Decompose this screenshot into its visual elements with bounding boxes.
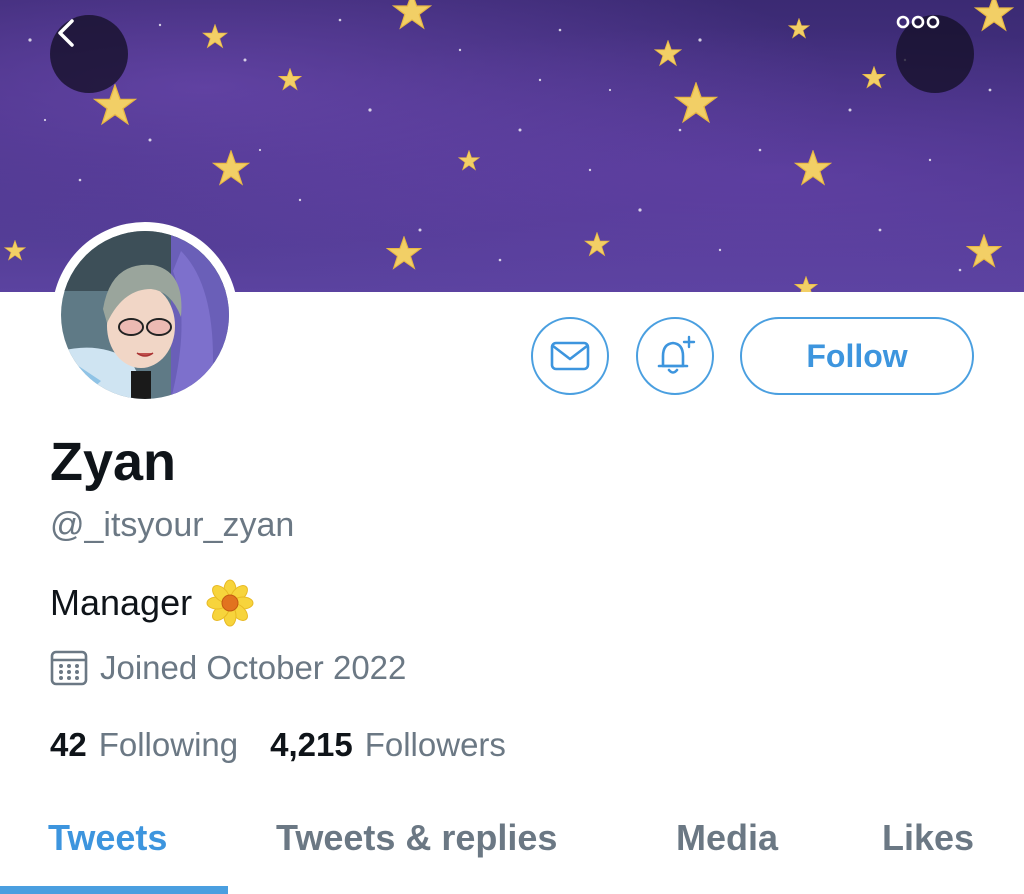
bell-plus-icon [657,335,696,374]
sunflower-emoji [206,579,254,627]
back-button[interactable] [50,15,128,93]
follow-stats: 42 Following 4,215 Followers [50,725,506,765]
tab-likes[interactable]: Likes [882,816,974,860]
following-link[interactable]: 42 Following [50,726,238,764]
profile-name: Zyan [50,432,177,492]
envelope-icon [550,341,590,371]
followers-count: 4,215 [270,726,353,763]
more-options-button[interactable] [896,15,974,93]
active-tab-indicator [0,886,228,894]
tab-tweets-replies[interactable]: Tweets & replies [276,816,557,860]
avatar[interactable] [61,231,229,399]
bio-text: Manager [50,582,193,623]
joined-date: Joined October 2022 [50,648,406,688]
following-label: Following [98,726,239,763]
following-count: 42 [50,726,87,763]
followers-label: Followers [364,726,506,763]
tab-tweets[interactable]: Tweets [48,816,167,860]
profile-handle: @_itsyour_zyan [50,506,295,544]
avatar-photo [61,231,229,399]
joined-text: Joined October 2022 [100,649,407,686]
tab-media[interactable]: Media [676,816,778,860]
chevron-left-icon [58,19,74,47]
notifications-button[interactable] [636,317,714,395]
ellipsis-icon [896,15,940,29]
followers-link[interactable]: 4,215 Followers [270,726,506,764]
calendar-icon [50,650,88,686]
profile-bio: Manager [50,579,254,627]
follow-button[interactable]: Follow [740,317,974,395]
message-button[interactable] [531,317,609,395]
profile-page: Follow Zyan @_itsyour_zyan Manager Joine… [0,0,1024,894]
profile-tabs: Tweets Tweets & replies Media Likes [0,808,1024,894]
